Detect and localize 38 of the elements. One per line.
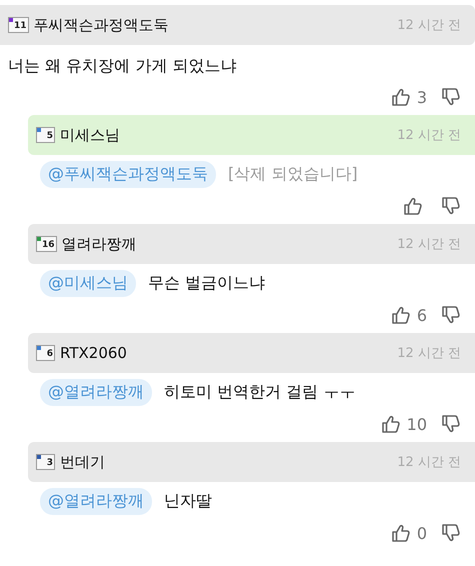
level-badge: 3	[36, 454, 55, 470]
thumbs-down-icon[interactable]	[441, 196, 461, 216]
thumbs-down-icon[interactable]	[441, 523, 461, 543]
timestamp: 12 시간 전	[397, 17, 461, 34]
thumbs-up-icon[interactable]	[380, 414, 401, 434]
level-badge: 11	[8, 17, 29, 33]
level-badge: 16	[36, 236, 57, 252]
author-name: RTX2060	[60, 344, 127, 362]
comment-text: 닌자딸	[164, 491, 212, 512]
mention-tag[interactable]: @열려라짱깨	[40, 488, 152, 515]
level-badge: 6	[36, 345, 55, 361]
timestamp: 12 시간 전	[397, 454, 461, 471]
thumbs-up-icon[interactable]	[403, 196, 423, 216]
thumbs-down-icon[interactable]	[441, 305, 461, 325]
author-name: 열려라짱깨	[62, 234, 137, 254]
like-count: 3	[416, 88, 427, 106]
like-count: 0	[416, 524, 427, 542]
like-count: 10	[406, 414, 427, 434]
timestamp: 12 시간 전	[397, 345, 461, 362]
level-badge: 5	[36, 127, 55, 143]
deleted-notice: [삭제 되었습니다]	[228, 164, 358, 185]
thumbs-down-icon[interactable]	[441, 414, 461, 434]
comment-text: 너는 왜 유치장에 가게 되었느냐	[8, 56, 236, 76]
timestamp: 12 시간 전	[397, 236, 461, 253]
author-name: 미세스님	[60, 126, 120, 144]
timestamp: 12 시간 전	[397, 127, 461, 144]
mention-tag[interactable]: @미세스님	[40, 270, 136, 297]
like-count: 6	[416, 306, 427, 324]
thumbs-up-icon[interactable]	[390, 523, 411, 543]
mention-tag[interactable]: @푸씨잭슨과정액도둑	[40, 161, 216, 188]
comment-text: 무슨 벌금이느냐	[148, 273, 266, 294]
thumbs-up-icon[interactable]	[390, 305, 411, 325]
thumbs-down-icon[interactable]	[441, 87, 461, 107]
author-name: 푸씨잭슨과정액도둑	[34, 16, 169, 34]
comment-text: 히토미 번역한거 걸림 ㅜㅜ	[164, 382, 356, 403]
thumbs-up-icon[interactable]	[390, 87, 411, 107]
author-name: 번데기	[60, 452, 105, 472]
mention-tag[interactable]: @열려라짱깨	[40, 379, 152, 406]
